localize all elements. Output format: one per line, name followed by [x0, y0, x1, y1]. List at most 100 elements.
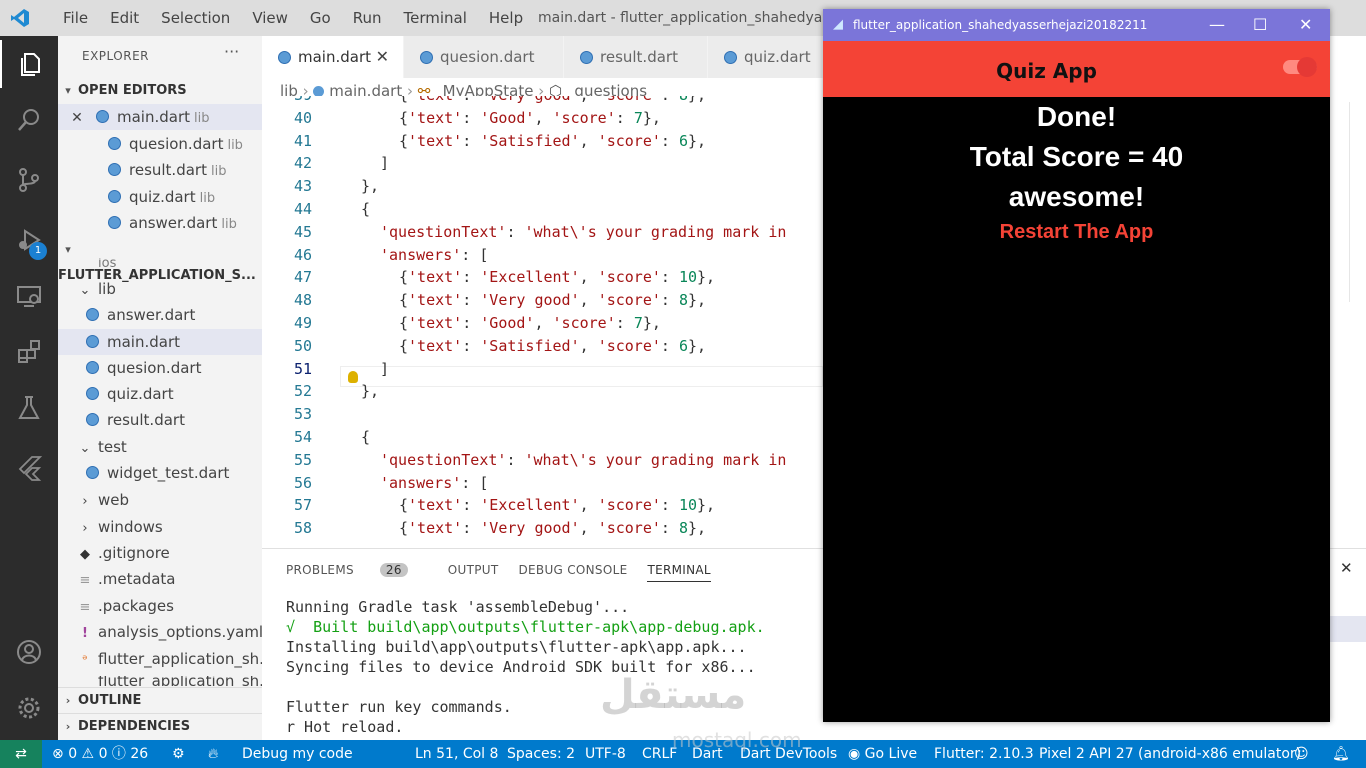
problems-count-badge: 26 — [379, 563, 408, 577]
open-editor-quiz[interactable]: quiz.dart lib — [58, 184, 262, 210]
minimize-icon[interactable]: — — [1209, 9, 1225, 41]
file-name: .packages — [98, 597, 174, 615]
open-editor-answer[interactable]: answer.dart lib — [58, 210, 262, 236]
tree-file-widget-test[interactable]: widget_test.dart — [58, 460, 262, 486]
dart-file-icon — [108, 137, 121, 150]
file-lines-icon: ≡ — [79, 600, 91, 615]
code-text: }, — [361, 177, 380, 196]
problems-status[interactable]: ⊗ 0 ⚠ 0 ⓘ 26 — [52, 740, 148, 768]
open-editor-result[interactable]: result.dart lib — [58, 157, 262, 183]
tree-file-answer[interactable]: answer.dart — [58, 302, 262, 328]
theme-toggle-switch[interactable] — [1283, 57, 1317, 77]
tree-file-gitignore[interactable]: ◆ .gitignore — [58, 540, 262, 566]
encoding[interactable]: UTF-8 — [585, 740, 626, 768]
testing-icon[interactable] — [0, 384, 58, 432]
code-text: 'questionText': 'what\'s your grading ma… — [380, 222, 787, 241]
line-number: 58 — [293, 519, 312, 538]
tree-test-folder[interactable]: ⌄ test — [58, 434, 262, 460]
tree-file-analysis-options[interactable]: ! analysis_options.yaml — [58, 619, 262, 645]
source-control-icon[interactable] — [0, 156, 58, 204]
tab-output[interactable]: OUTPUT — [448, 563, 499, 582]
open-editors-section[interactable]: ▾ OPEN EDITORS — [58, 78, 262, 104]
file-name: quesion.dart — [129, 135, 224, 153]
notifications-bell-icon[interactable]: 🔔︎ — [1332, 740, 1350, 768]
go-live[interactable]: ◉ Go Live — [848, 740, 917, 768]
tree-web-folder[interactable]: › web — [58, 487, 262, 513]
file-name: quiz.dart — [129, 188, 196, 206]
code-line: 49 {'text': 'Good', 'score': 7}, — [262, 312, 823, 335]
folder-name: web — [98, 491, 130, 509]
restart-app-button[interactable]: Restart The App — [823, 221, 1330, 244]
flutter-version[interactable]: Flutter: 2.10.3 — [934, 740, 1034, 768]
dart-file-icon — [86, 308, 99, 321]
result-total-score: Total Score = 40 — [969, 141, 1184, 172]
outline-section[interactable]: › OUTLINE — [58, 687, 262, 714]
device-selector[interactable]: Pixel 2 API 27 (android-x86 emulator) — [1039, 740, 1301, 768]
close-icon[interactable]: ✕ — [376, 36, 389, 78]
code-line: 44 { — [262, 198, 823, 221]
tree-file-flutter-app-2[interactable]: flutter_application_sh... — [58, 676, 262, 686]
menu-file[interactable]: File — [52, 0, 99, 36]
run-debug-icon[interactable]: 1 — [0, 216, 58, 264]
settings-gear-icon[interactable] — [0, 684, 58, 732]
tree-windows-folder[interactable]: › windows — [58, 514, 262, 540]
line-number: 45 — [293, 222, 312, 241]
menu-go[interactable]: Go — [299, 0, 342, 36]
tab-main-dart[interactable]: main.dart ✕ — [262, 36, 404, 78]
file-folder: lib — [194, 111, 210, 126]
menu-help[interactable]: Help — [478, 0, 534, 36]
menu-run[interactable]: Run — [342, 0, 393, 36]
tree-file-metadata[interactable]: ≡ .metadata — [58, 566, 262, 592]
tab-problems[interactable]: PROBLEMS 26 — [286, 563, 428, 582]
flutter-icon[interactable] — [0, 444, 58, 492]
dart-file-icon — [724, 51, 737, 64]
tree-file-quesion[interactable]: quesion.dart — [58, 355, 262, 381]
menu-edit[interactable]: Edit — [99, 0, 150, 36]
tab-quiz-dart[interactable]: quiz.dart — [708, 36, 823, 78]
feedback-icon[interactable]: ☺ — [1294, 740, 1309, 768]
file-name: main.dart — [117, 108, 191, 126]
debug-icon[interactable]: ⚙ — [172, 740, 185, 768]
line-number: 43 — [293, 177, 312, 196]
more-actions-icon[interactable]: ··· — [224, 42, 239, 61]
search-icon[interactable] — [0, 96, 58, 144]
code-editor[interactable]: 39{'text': 'Very good', 'score': 8},40{'… — [262, 96, 823, 548]
close-icon[interactable]: ✕ — [58, 105, 96, 131]
menu-terminal[interactable]: Terminal — [393, 0, 478, 36]
tree-file-quiz[interactable]: quiz.dart — [58, 381, 262, 407]
indentation[interactable]: Spaces: 2 — [507, 740, 575, 768]
extensions-icon[interactable] — [0, 328, 58, 376]
menu-bar: File Edit Selection View Go Run Terminal… — [52, 0, 534, 36]
dart-file-icon — [86, 413, 99, 426]
vscode-logo-icon — [11, 9, 29, 27]
code-text: ] — [380, 359, 390, 378]
flame-icon[interactable]: 🔥︎ — [208, 740, 218, 768]
menu-view[interactable]: View — [241, 0, 299, 36]
close-icon[interactable]: ✕ — [1299, 9, 1312, 41]
terminal-list-item[interactable] — [1329, 616, 1366, 642]
tab-debug-console[interactable]: DEBUG CONSOLE — [518, 563, 627, 582]
tab-terminal[interactable]: TERMINAL — [647, 563, 711, 582]
code-line: 42] — [262, 152, 823, 175]
open-editor-quesion[interactable]: quesion.dart lib — [58, 131, 262, 157]
maximize-icon[interactable]: ☐ — [1253, 9, 1267, 41]
tab-result-dart[interactable]: result.dart — [564, 36, 708, 78]
remote-explorer-icon[interactable] — [0, 272, 58, 320]
tree-file-main[interactable]: main.dart — [58, 329, 262, 355]
debug-mode[interactable]: Debug my code — [242, 740, 353, 768]
accounts-icon[interactable] — [0, 628, 58, 676]
cursor-position[interactable]: Ln 51, Col 8 — [415, 740, 498, 768]
tree-lib-folder[interactable]: ⌄ lib — [58, 276, 262, 302]
dependencies-section[interactable]: › DEPENDENCIES — [58, 713, 262, 740]
menu-selection[interactable]: Selection — [150, 0, 241, 36]
tree-ios-folder[interactable]: ios — [58, 258, 262, 270]
tree-file-flutter-app-1[interactable]: ᵊ flutter_application_sh... — [58, 646, 262, 672]
close-panel-icon[interactable]: ✕ — [1340, 559, 1353, 577]
tree-file-result[interactable]: result.dart — [58, 407, 262, 433]
tab-quesion-dart[interactable]: quesion.dart — [404, 36, 564, 78]
remote-icon[interactable]: ⇄ — [0, 740, 42, 768]
open-editor-main[interactable]: ✕ main.dart lib — [58, 104, 262, 130]
tree-file-packages[interactable]: ≡ .packages — [58, 593, 262, 619]
dart-file-icon — [96, 110, 109, 123]
explorer-icon[interactable] — [0, 40, 60, 88]
